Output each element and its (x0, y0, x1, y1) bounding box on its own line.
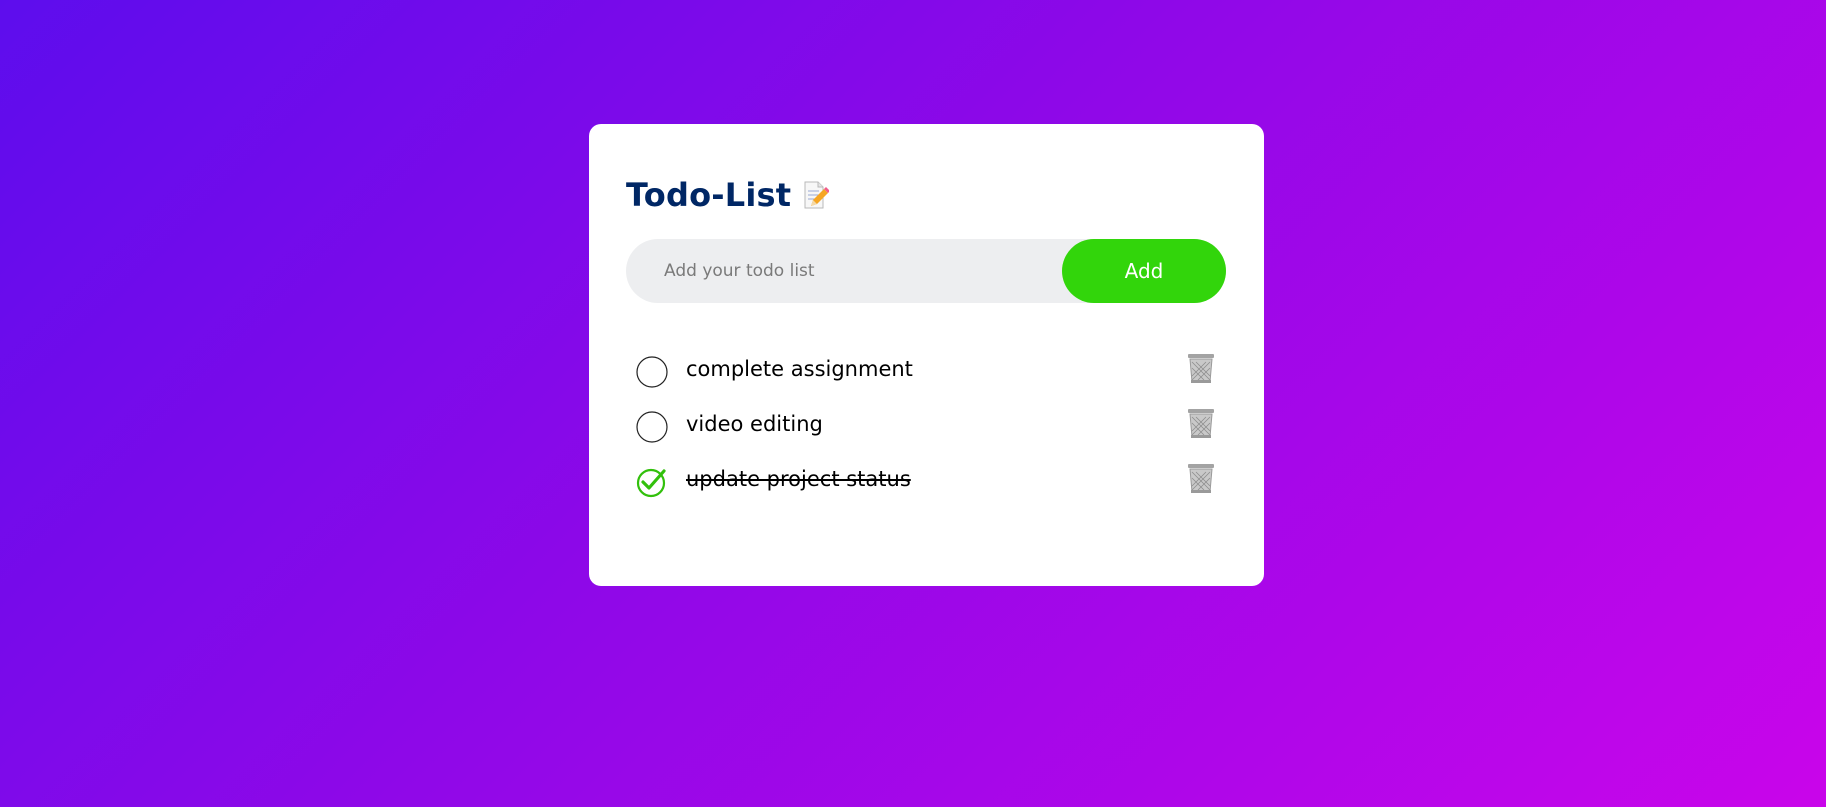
page-title: Todo-List (626, 176, 792, 214)
list-item[interactable]: video editing (626, 399, 1226, 454)
list-item[interactable]: complete assignment (626, 344, 1226, 399)
todo-list: complete assignment video editing update… (626, 344, 1226, 509)
trash-icon[interactable] (1186, 462, 1216, 494)
check-circle-icon[interactable] (636, 466, 668, 498)
todo-card: Todo-List Add complete assi (589, 124, 1264, 586)
add-button[interactable]: Add (1062, 239, 1226, 303)
todo-text: update project status (686, 466, 911, 491)
todo-text: complete assignment (686, 356, 913, 381)
list-item[interactable]: update project status (626, 454, 1226, 509)
trash-icon[interactable] (1186, 352, 1216, 384)
circle-outline-icon[interactable] (636, 355, 668, 388)
circle-outline-icon[interactable] (636, 410, 668, 443)
memo-icon (799, 180, 831, 210)
todo-input-row: Add (626, 239, 1226, 303)
todo-input[interactable] (626, 239, 1062, 303)
todo-text: video editing (686, 411, 823, 436)
trash-icon[interactable] (1186, 407, 1216, 439)
title-row: Todo-List (626, 176, 831, 214)
